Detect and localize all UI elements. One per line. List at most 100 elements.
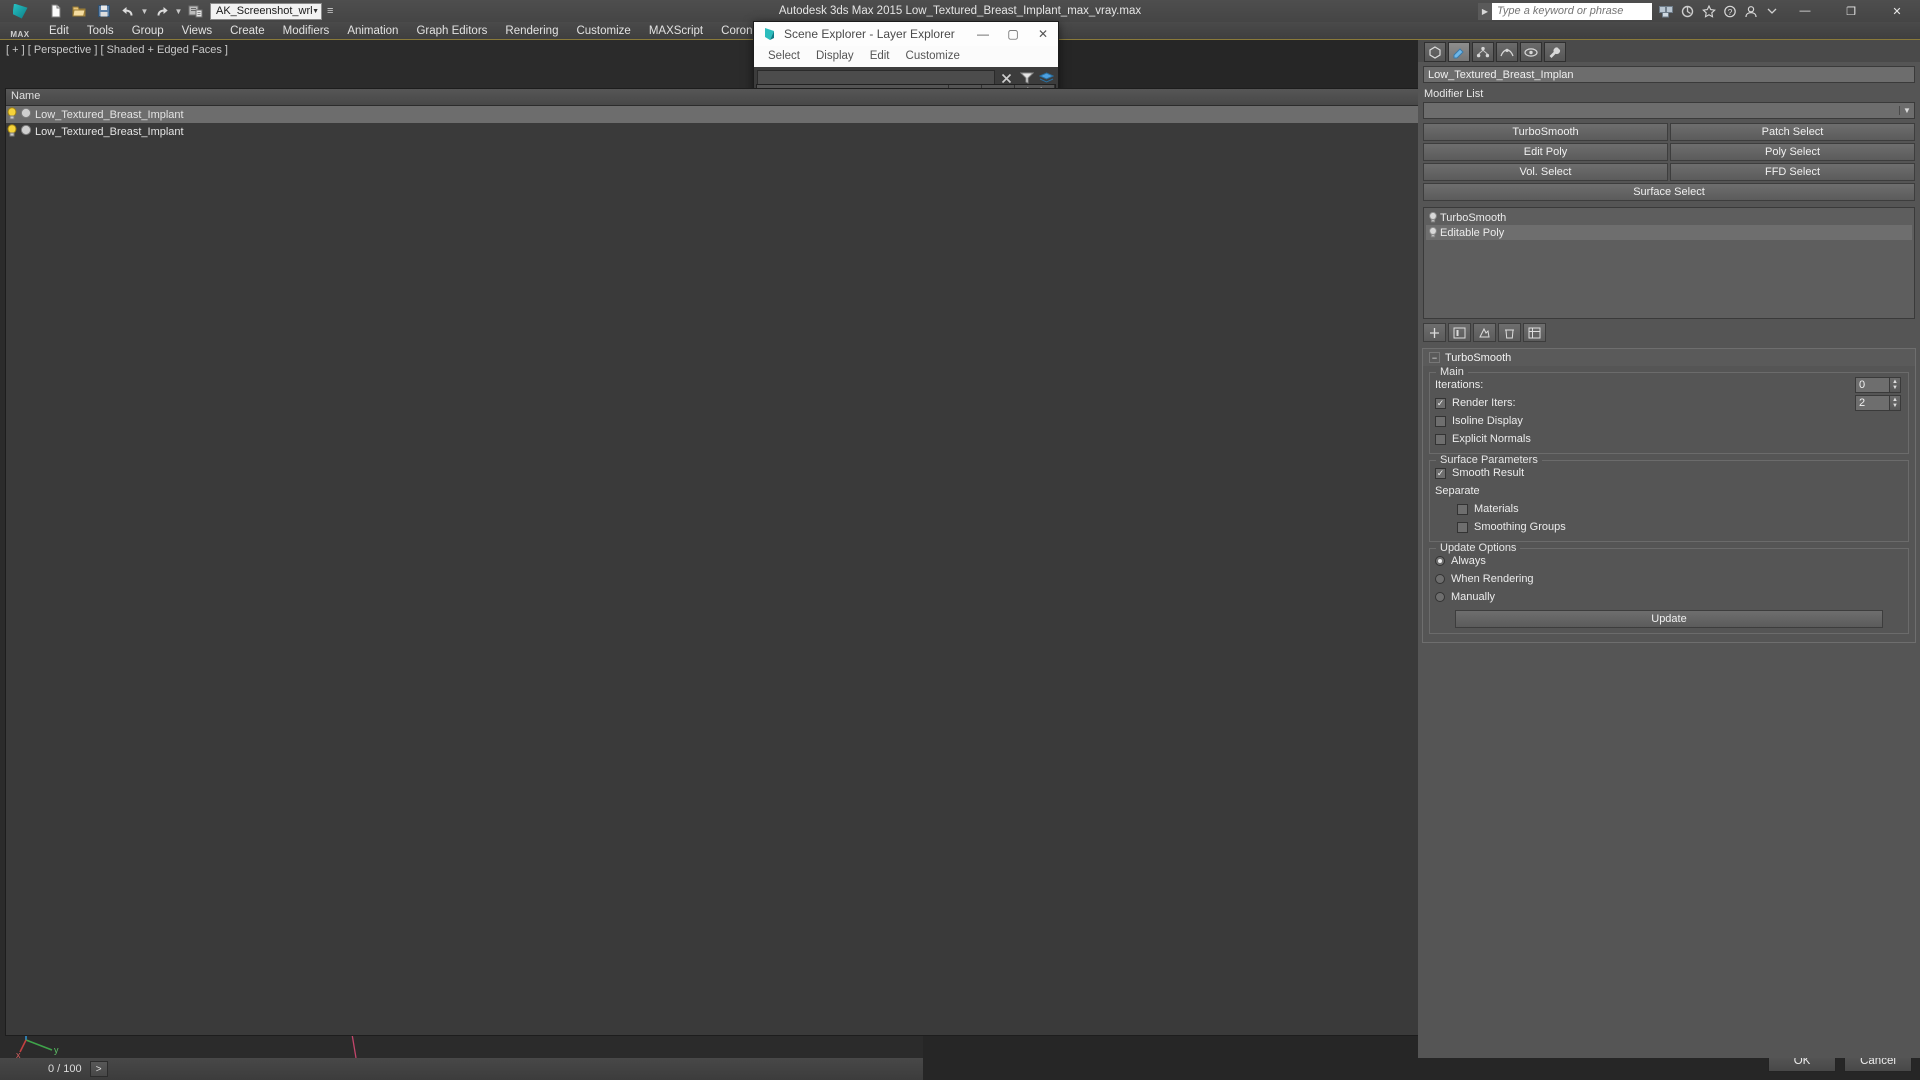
chevron-down-icon[interactable]: ▼	[1899, 106, 1914, 115]
tab-hierarchy[interactable]	[1472, 42, 1494, 62]
menu-item-edit[interactable]: Edit	[40, 22, 78, 40]
frame-counter[interactable]: 0 / 100	[42, 1063, 88, 1075]
tab-motion[interactable]	[1496, 42, 1518, 62]
tab-modify[interactable]	[1448, 42, 1470, 62]
workspace-dropdown-arrow-icon[interactable]: ▼	[312, 8, 319, 15]
render-iters-spinner-arrows-icon[interactable]: ▲ ▼	[1890, 395, 1901, 411]
update-manually-row[interactable]: Manually	[1435, 588, 1903, 606]
menu-item-maxscript[interactable]: MAXScript	[640, 22, 712, 40]
isoline-display-checkbox[interactable]	[1435, 415, 1446, 427]
minimize-icon[interactable]: —	[968, 22, 998, 46]
modifier-stack-item[interactable]: TurboSmooth	[1426, 210, 1912, 225]
update-manually-radio[interactable]	[1435, 592, 1445, 602]
configure-sets-icon[interactable]	[1523, 323, 1546, 342]
make-unique-icon[interactable]	[1473, 323, 1496, 342]
explicit-normals-checkbox[interactable]	[1435, 433, 1446, 445]
menu-item-graph-editors[interactable]: Graph Editors	[407, 22, 496, 40]
update-when-rendering-radio[interactable]	[1435, 574, 1445, 584]
app-logo-button[interactable]	[0, 0, 40, 22]
turbosmooth-rollout[interactable]: − TurboSmooth Main Iterations: ▲▼ ✓	[1422, 348, 1916, 643]
window-close-button[interactable]: ✕	[1874, 0, 1920, 22]
tab-display[interactable]	[1520, 42, 1542, 62]
search-dropdown-arrow-icon[interactable]: ▶	[1478, 2, 1492, 20]
menu-item-create[interactable]: Create	[221, 22, 274, 40]
maximize-icon[interactable]: ▢	[998, 22, 1028, 46]
open-file-icon[interactable]	[68, 1, 91, 21]
new-file-icon[interactable]	[44, 1, 67, 21]
menu-item-customize[interactable]: Customize	[567, 22, 639, 40]
modifier-button-poly-select[interactable]: Poly Select	[1670, 143, 1915, 161]
row-bulb-icon[interactable]	[6, 106, 20, 123]
collapse-icon[interactable]: −	[1429, 352, 1440, 363]
iterations-input[interactable]	[1855, 377, 1890, 393]
menu-item-tools[interactable]: Tools	[78, 22, 123, 40]
tab-create[interactable]	[1424, 42, 1446, 62]
quick-access-overflow-icon[interactable]: ≡	[327, 5, 333, 17]
redo-dropdown-arrow-icon[interactable]: ▼	[174, 7, 183, 16]
status-bar: 0 / 100 >	[0, 1058, 923, 1080]
menu-item-animation[interactable]: Animation	[338, 22, 407, 40]
tab-utilities[interactable]	[1544, 42, 1566, 62]
modifier-button-ffd-select[interactable]: FFD Select	[1670, 163, 1915, 181]
undo-dropdown-arrow-icon[interactable]: ▼	[140, 7, 149, 16]
infocenter-search[interactable]: ▶	[1478, 2, 1652, 20]
window-minimize-button[interactable]: —	[1782, 0, 1828, 22]
menu-item-rendering[interactable]: Rendering	[496, 22, 567, 40]
pin-stack-icon[interactable]	[1423, 323, 1446, 342]
update-always-radio[interactable]	[1435, 556, 1445, 566]
smoothing-groups-checkbox[interactable]	[1457, 521, 1468, 533]
modifier-button-turbosmooth[interactable]: TurboSmooth	[1423, 123, 1668, 141]
undo-icon[interactable]	[116, 1, 139, 21]
update-when-rendering-row[interactable]: When Rendering	[1435, 570, 1903, 588]
modifier-stack-item[interactable]: Editable Poly	[1426, 225, 1912, 240]
smooth-result-checkbox[interactable]: ✓	[1435, 467, 1446, 479]
scene-explorer-menu-edit[interactable]: Edit	[862, 48, 898, 64]
set-project-folder-icon[interactable]	[184, 1, 207, 21]
row-bulb-icon[interactable]	[6, 123, 20, 140]
show-end-result-icon[interactable]	[1448, 323, 1471, 342]
update-button[interactable]: Update	[1455, 610, 1883, 628]
next-frame-button[interactable]: >	[89, 1061, 108, 1077]
modifier-list-dropdown[interactable]: ▼	[1423, 102, 1915, 119]
render-iters-checkbox[interactable]: ✓	[1435, 397, 1446, 409]
communication-center-icon[interactable]	[1657, 2, 1676, 21]
workspace-selector[interactable]: AK_Screenshot_wrksp ▼	[210, 2, 322, 20]
search-input[interactable]	[1492, 2, 1652, 20]
chevron-down-icon[interactable]	[1762, 2, 1781, 21]
modifier-enable-bulb-icon[interactable]	[1428, 211, 1438, 223]
render-iters-stepper[interactable]: ▲▼	[1855, 395, 1903, 411]
modifier-button-vol-select[interactable]: Vol. Select	[1423, 163, 1668, 181]
modifier-button-edit-poly[interactable]: Edit Poly	[1423, 143, 1668, 161]
turbosmooth-rollout-header[interactable]: − TurboSmooth	[1423, 349, 1915, 366]
update-when-rendering-label: When Rendering	[1451, 573, 1534, 585]
scene-explorer-title-bar[interactable]: Scene Explorer - Layer Explorer — ▢ ✕	[754, 22, 1058, 46]
favorites-star-icon[interactable]	[1699, 2, 1718, 21]
sign-in-icon[interactable]	[1741, 2, 1760, 21]
window-maximize-button[interactable]: ❐	[1828, 0, 1874, 22]
scene-explorer-menu-display[interactable]: Display	[808, 48, 862, 64]
remove-modifier-icon[interactable]	[1498, 323, 1521, 342]
subscription-center-icon[interactable]	[1678, 2, 1697, 21]
close-icon[interactable]: ✕	[1028, 22, 1058, 46]
redo-icon[interactable]	[150, 1, 173, 21]
select-from-scene-dialog[interactable]: Select From Scene ✕ SelectDisplayCustomi…	[0, 0, 1915, 1072]
menu-item-views[interactable]: Views	[173, 22, 221, 40]
object-name-field[interactable]: Low_Textured_Breast_Implan	[1423, 66, 1915, 83]
update-always-row[interactable]: Always	[1435, 552, 1903, 570]
menu-item-group[interactable]: Group	[123, 22, 173, 40]
modifier-button-patch-select[interactable]: Patch Select	[1670, 123, 1915, 141]
surface-select-button[interactable]: Surface Select	[1423, 183, 1915, 201]
iterations-stepper[interactable]: ▲▼	[1855, 377, 1903, 393]
object-type-icon	[20, 107, 35, 122]
render-iters-input[interactable]	[1855, 395, 1890, 411]
help-icon[interactable]: ?	[1720, 2, 1739, 21]
scene-explorer-menu-select[interactable]: Select	[760, 48, 808, 64]
materials-checkbox[interactable]	[1457, 503, 1468, 515]
modifier-enable-bulb-icon[interactable]	[1428, 226, 1438, 238]
save-file-icon[interactable]	[92, 1, 115, 21]
menu-item-modifiers[interactable]: Modifiers	[274, 22, 339, 40]
modifier-stack[interactable]: TurboSmooth Editable Poly	[1423, 207, 1915, 319]
iterations-spinner-arrows-icon[interactable]: ▲ ▼	[1890, 377, 1901, 393]
scene-explorer-menu-customize[interactable]: Customize	[898, 48, 968, 64]
command-panel[interactable]: Low_Textured_Breast_Implan Modifier List…	[1418, 40, 1920, 1058]
